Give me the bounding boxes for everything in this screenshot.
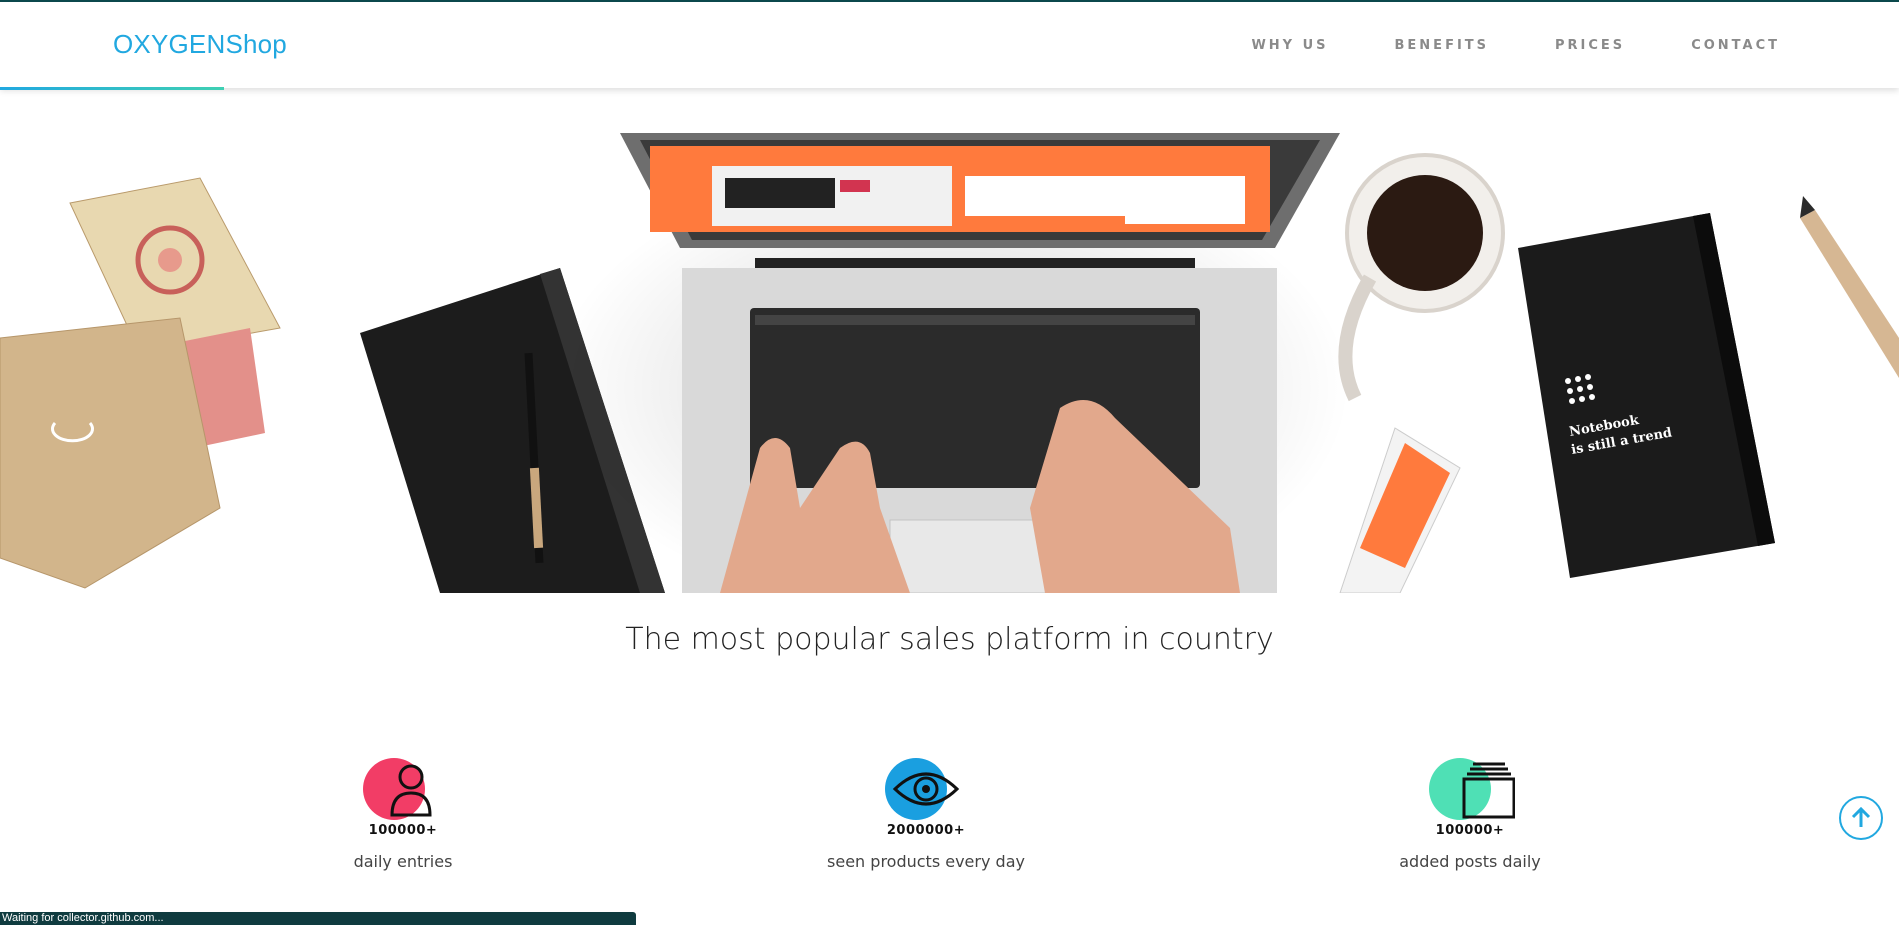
tagline: The most popular sales platform in count… (625, 622, 1274, 657)
stat-seen-products: 2000000+ seen products every day (796, 755, 1056, 871)
stat-daily-entries: 100000+ daily entries (273, 755, 533, 871)
stat-label: daily entries (353, 852, 453, 871)
stat-value: 100000+ (368, 823, 438, 838)
craft-cards-image (0, 177, 281, 589)
stat-added-posts: 100000+ added posts daily (1340, 755, 1600, 871)
scroll-to-top-button[interactable] (1839, 796, 1883, 840)
hero-image: Notebook is still a trend (0, 88, 1899, 593)
stat-value: 2000000+ (886, 823, 966, 838)
pencil-image (1800, 196, 1899, 378)
stat-label: seen products every day (827, 852, 1025, 871)
brand-logo[interactable]: OXYGENShop (113, 29, 287, 60)
browser-status-bar: Waiting for collector.github.com... (0, 912, 636, 925)
nav-why-us[interactable]: WHY US (1251, 38, 1328, 53)
black-notebook-right: Notebook is still a trend (1518, 213, 1775, 578)
eye-icon (881, 755, 971, 821)
stat-value: 100000+ (1435, 823, 1505, 838)
stat-label: added posts daily (1399, 852, 1541, 871)
laptop-image (620, 133, 1340, 593)
nav-contact[interactable]: CONTACT (1691, 38, 1780, 53)
arrow-up-icon (1851, 806, 1871, 827)
coffee-mug-image (1338, 153, 1505, 402)
phone-image (1339, 427, 1461, 593)
nav-benefits[interactable]: BENEFITS (1395, 38, 1490, 53)
posts-icon (1425, 755, 1516, 821)
main-nav: WHY US BENEFITS PRICES CONTACT (1185, 38, 1780, 53)
scroll-progress-bar (0, 87, 224, 90)
nav-prices[interactable]: PRICES (1555, 38, 1625, 53)
site-header: OXYGENShop WHY US BENEFITS PRICES CONTAC… (0, 2, 1899, 90)
user-icon (358, 755, 448, 821)
